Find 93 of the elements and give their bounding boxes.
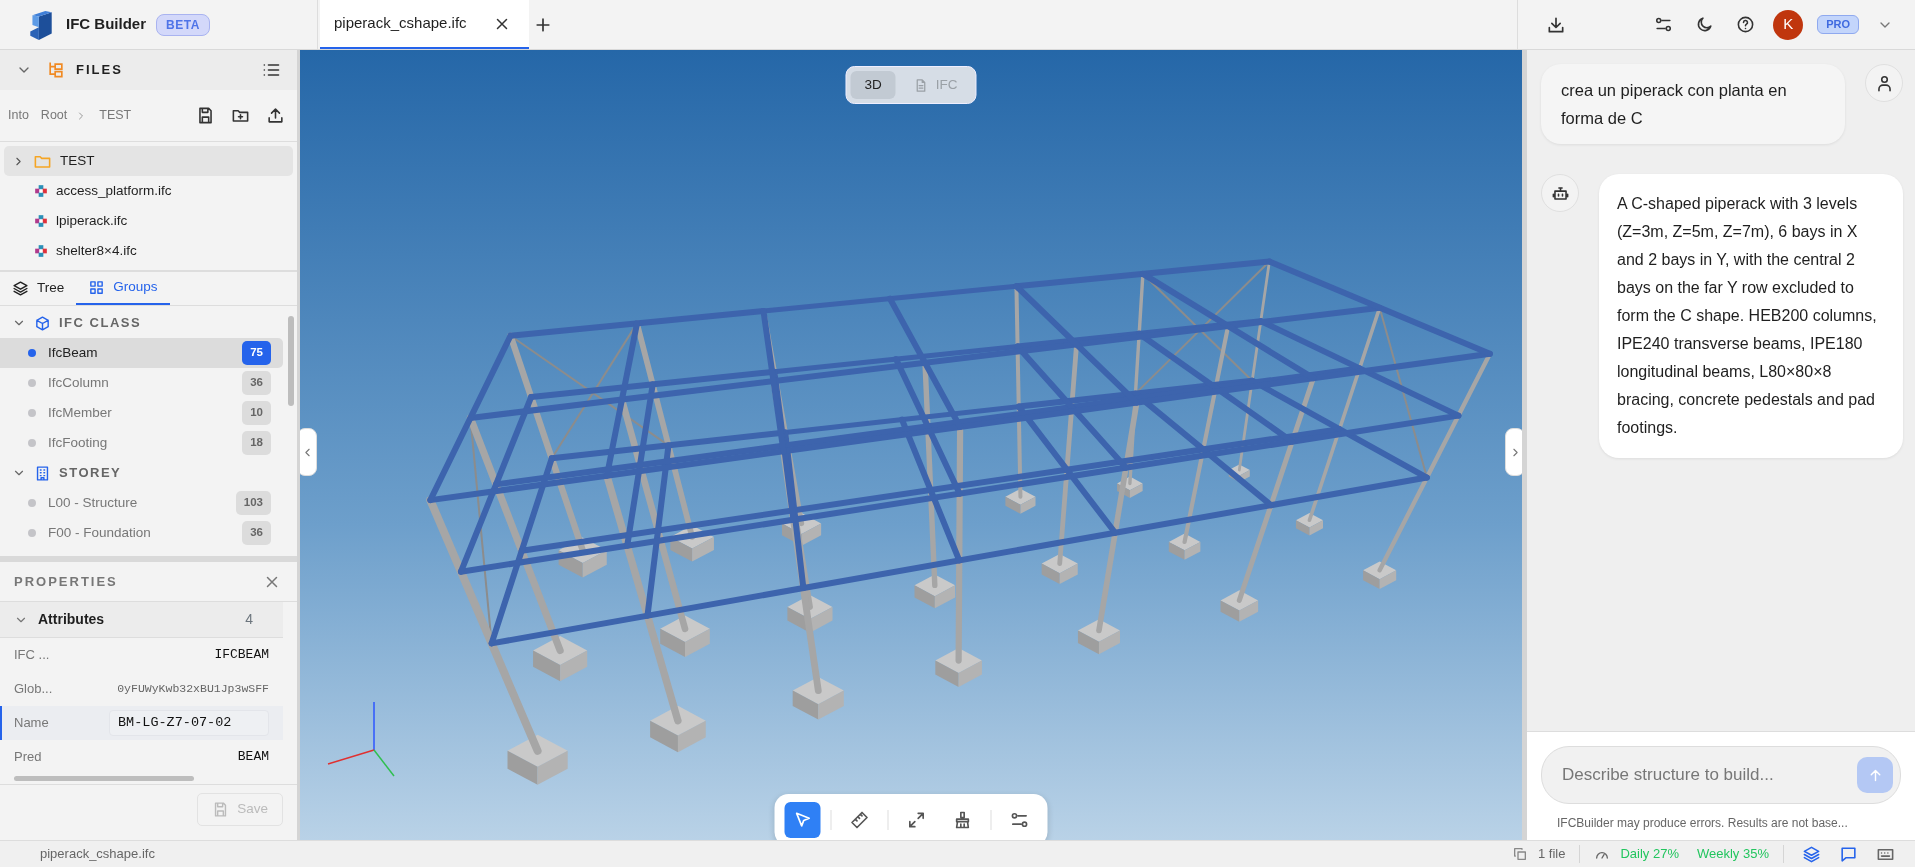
- scrollbar-thumb[interactable]: [14, 776, 194, 781]
- sliders-icon: [1009, 810, 1030, 830]
- count-badge: 75: [242, 341, 271, 365]
- help-icon: [1736, 15, 1756, 34]
- scrollbar-thumb[interactable]: [288, 316, 294, 406]
- property-key: Pred: [14, 747, 42, 767]
- chat-message: crea un piperack con planta en forma de C: [1541, 64, 1845, 144]
- property-key: Glob...: [14, 679, 53, 699]
- file-name: TEST: [60, 151, 95, 170]
- file-name: access_platform.ifc: [56, 181, 172, 200]
- collapse-handle[interactable]: [300, 428, 317, 476]
- status-dot: [28, 349, 36, 357]
- chat-message: A C-shaped piperack with 3 levels (Z=3m, Z=5m, Z=7m), 6 bays in X and 2 bays in Y, with the central 2 bays on the far Y row excluded to form the C shape. HEB200 columns, IPE240 transverse beams, IPE180 longitudinal beams, L80×80×8 bracing, concrete pedestals and pad footings.: [1599, 174, 1903, 458]
- daily-usage: Daily 27%: [1620, 845, 1679, 864]
- section-count: 4: [245, 610, 253, 629]
- count-badge: 10: [242, 401, 271, 425]
- status-dot: [28, 499, 36, 507]
- group-item[interactable]: L00 - Structure 103: [0, 488, 283, 518]
- plan-badge: PRO: [1817, 15, 1859, 34]
- cube-icon: [34, 314, 51, 332]
- property-value: BEAM: [237, 748, 269, 767]
- section-title: Attributes: [38, 610, 105, 629]
- group-item[interactable]: F00 - Foundation 36: [0, 518, 283, 548]
- status-file-name: piperack_cshape.ifc: [39, 845, 156, 864]
- file-name: lpiperack.ifc: [56, 211, 128, 230]
- copy-icon: [1512, 846, 1528, 862]
- ifc-file-icon: [34, 184, 48, 198]
- group-item[interactable]: IfcColumn 36: [0, 368, 283, 398]
- status-dot: [28, 379, 36, 387]
- expand-icon: [906, 810, 927, 830]
- property-value: IFCBEAM: [214, 646, 269, 665]
- select-tool-button[interactable]: [784, 802, 821, 838]
- group-name: L00 - Structure: [48, 493, 138, 512]
- file-item[interactable]: TEST: [4, 146, 293, 176]
- properties-title: PROPERTIES: [14, 572, 118, 591]
- group-title: IFC CLASS: [59, 314, 142, 333]
- property-value: 0yFUWyKwb32xBU1Jp3wSFF: [117, 681, 269, 698]
- app-name: IFC Builder: [66, 14, 146, 35]
- group-name: IfcMember: [48, 403, 112, 422]
- layers-icon: [12, 280, 29, 297]
- group-name: IfcFooting: [48, 433, 108, 452]
- breadcrumb-link[interactable]: TEST: [99, 106, 132, 125]
- ifc-file-icon: [34, 244, 48, 258]
- file-item[interactable]: lpiperack.ifc: [4, 206, 293, 236]
- beta-badge: BETA: [156, 13, 210, 36]
- panel-tab[interactable]: Tree: [0, 272, 77, 305]
- tab-label: piperack_cshape.ifc: [334, 13, 467, 34]
- property-key: IFC ...: [14, 645, 50, 665]
- user-avatar[interactable]: K: [1773, 9, 1804, 40]
- file-tree-icon: [46, 60, 66, 80]
- layers-icon: [1802, 844, 1821, 864]
- upload-icon: [266, 106, 285, 125]
- group-item[interactable]: IfcBeam 75: [0, 338, 283, 368]
- file-tab[interactable]: piperack_cshape.ifc: [320, 0, 529, 49]
- breadcrumb-label: Into: [8, 107, 29, 125]
- group-name: IfcColumn: [48, 373, 109, 392]
- group-name: IfcBeam: [48, 343, 98, 362]
- property-input[interactable]: BM-LG-Z7-07-02: [109, 709, 269, 737]
- status-dot: [28, 529, 36, 537]
- status-dot: [28, 439, 36, 447]
- property-row[interactable]: Glob... 0yFUWyKwb32xBU1Jp3wSFF: [0, 672, 283, 706]
- file-name: shelter8×4.ifc: [56, 241, 137, 260]
- file-item[interactable]: access_platform.ifc: [4, 176, 293, 206]
- property-row[interactable]: Name BM-LG-Z7-07-02: [0, 706, 283, 740]
- expand-handle[interactable]: [1505, 428, 1522, 476]
- ifc-file-icon: [34, 214, 48, 228]
- count-badge: 103: [235, 491, 271, 515]
- chat-input[interactable]: Describe structure to build...: [1541, 746, 1901, 804]
- property-row[interactable]: Pred BEAM: [0, 740, 283, 774]
- building-icon: [34, 464, 51, 482]
- chat-icon: [1839, 844, 1858, 864]
- property-row[interactable]: IFC ... IFCBEAM: [0, 638, 283, 672]
- ruler-icon: [849, 810, 870, 830]
- files-title: FILES: [76, 61, 123, 80]
- disclaimer-text: IFCBuilder may produce errors. Results are not base...: [1556, 815, 1849, 832]
- settings-icon: [1654, 15, 1674, 34]
- property-key: Name: [14, 713, 49, 733]
- view-mode-tab[interactable]: 3D: [850, 71, 896, 100]
- count-badge: 36: [242, 521, 271, 545]
- count-badge: 36: [242, 371, 271, 395]
- file-item[interactable]: shelter8×4.ifc: [4, 236, 293, 266]
- group-item[interactable]: IfcMember 10: [0, 398, 283, 428]
- panel-tab[interactable]: Groups: [76, 272, 170, 305]
- group-item[interactable]: IfcFooting 18: [0, 428, 283, 458]
- group-title: STOREY: [59, 464, 122, 483]
- save-icon: [196, 106, 215, 125]
- grid-icon: [88, 279, 106, 296]
- group-name: F00 - Foundation: [48, 523, 151, 542]
- weekly-usage: Weekly 35%: [1697, 845, 1769, 864]
- file-count: 1 file: [1538, 845, 1566, 864]
- count-badge: 18: [242, 431, 271, 455]
- status-dot: [28, 409, 36, 417]
- breadcrumb-link[interactable]: Root: [40, 106, 68, 125]
